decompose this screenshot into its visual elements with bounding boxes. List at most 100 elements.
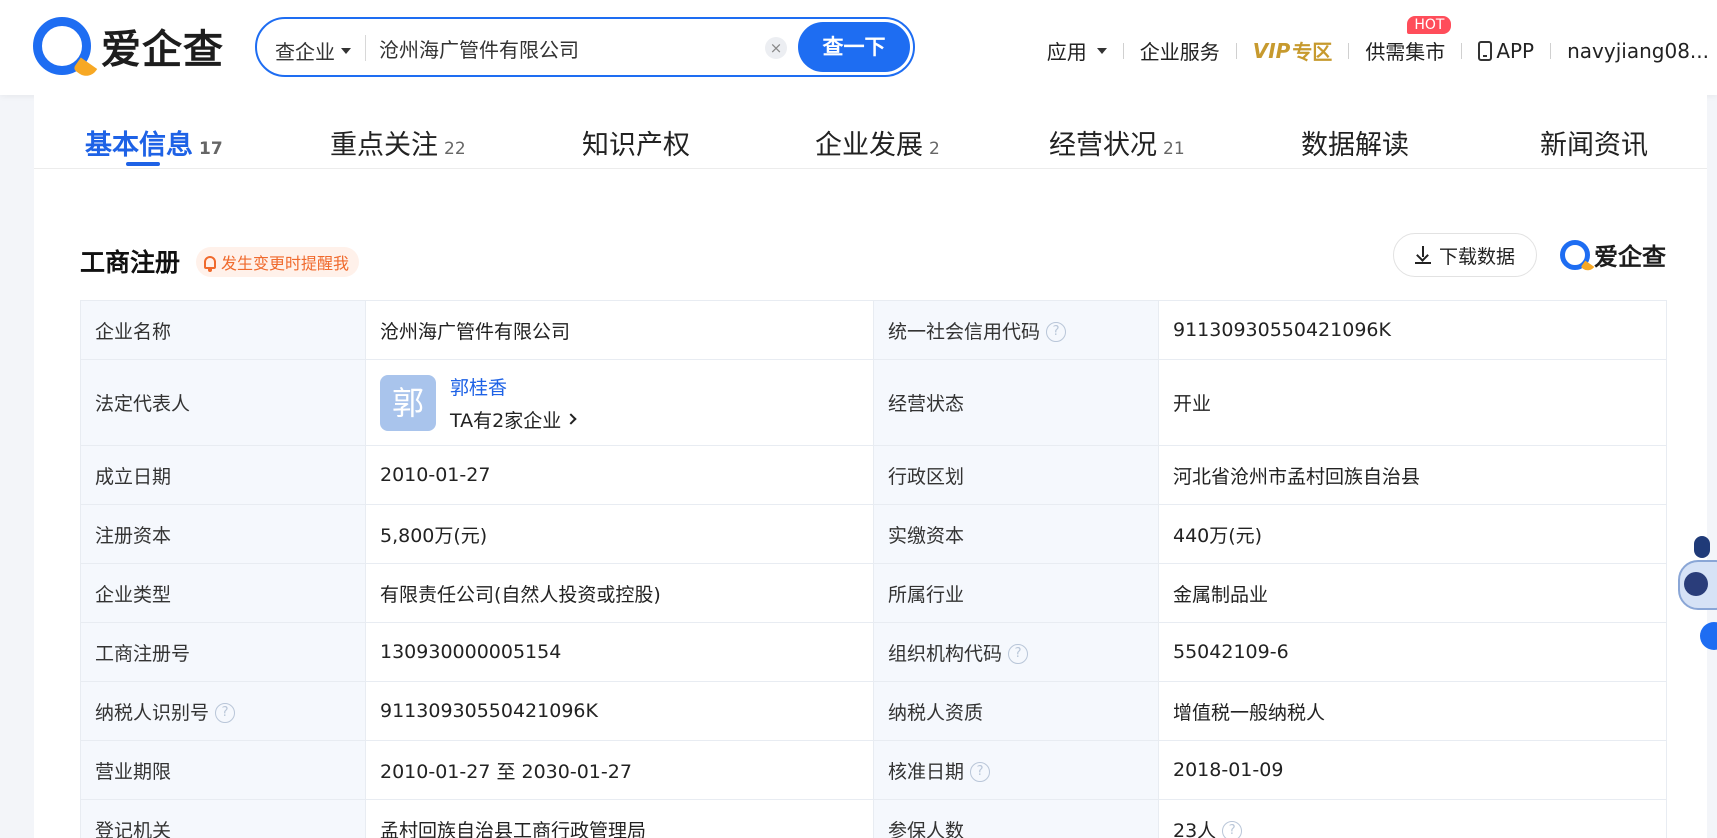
field-label: 组织机构代码 [888,642,1003,665]
clear-icon[interactable]: × [765,37,787,59]
field-label: 经营状态 [873,359,1159,446]
field-value: 金属制品业 [1158,563,1667,623]
field-label: 纳税人识别号 [95,701,210,724]
field-label: 统一社会信用代码 [888,320,1041,343]
tab-label: 新闻资讯 [1540,130,1648,161]
field-value: 55042109-6 [1158,622,1667,682]
table-row: 纳税人识别号? 91130930550421096K 纳税人资质 增值税一般纳税… [80,681,1667,741]
table-row: 营业期限 2010-01-27 至 2030-01-27 核准日期? 2018-… [80,740,1667,800]
logo-mark-icon [1560,239,1590,270]
tab-basic-info[interactable]: 基本信息 17 [85,123,223,162]
search-button[interactable]: 查一下 [798,22,910,72]
logo-text: 爱企查 [101,27,224,73]
main-card: 基本信息 17 重点关注 22 知识产权 企业发展 2 经营状况 21 数据解读 新闻资… [34,95,1707,838]
field-label: 参保人数 [873,799,1159,838]
logo[interactable]: 爱企查 [33,16,224,76]
tab-count: 22 [444,139,466,159]
tab-label: 经营状况 [1049,130,1157,161]
search-divider [365,35,366,61]
table-row: 企业名称 沧州海广管件有限公司 统一社会信用代码? 91130930550421… [80,300,1667,360]
logo-mark-icon [33,17,91,75]
field-label: 所属行业 [873,563,1159,623]
field-value: 23人 [1173,819,1217,838]
field-value: 5,800万(元) [365,504,874,564]
table-row: 工商注册号 130930000005154 组织机构代码? 55042109-6 [80,622,1667,682]
change-remind-button[interactable]: 发生变更时提醒我 [196,247,360,277]
nav-divider [1348,42,1350,59]
nav-supply-demand[interactable]: 供需集市 HOT [1365,16,1452,65]
field-label: 纳税人资质 [873,681,1159,741]
phone-icon [1478,40,1493,61]
chevron-down-icon [341,47,351,54]
legal-rep-companies-link[interactable]: TA有2家企业 [450,406,577,433]
tab-data-interpretation[interactable]: 数据解读 [1301,123,1409,162]
tab-ip[interactable]: 知识产权 [582,123,690,162]
table-row: 法定代表人 郭 郭桂香 TA有2家企业 经营状态 开业 [80,359,1667,446]
robot-visor [1684,572,1708,596]
top-nav: 应用 企业服务 VIP 专区 供需集市 HOT APP navyjiang08.… [1047,16,1709,65]
field-value: 440万(元) [1158,504,1667,564]
legal-rep-cell: 郭 郭桂香 TA有2家企业 [365,359,874,446]
field-label: 营业期限 [80,740,366,800]
tab-label: 基本信息 [85,130,193,161]
registration-table: 企业名称 沧州海广管件有限公司 统一社会信用代码? 91130930550421… [80,300,1667,838]
nav-divider [1235,42,1237,59]
tab-development[interactable]: 企业发展 2 [815,123,940,162]
chevron-right-icon [565,413,577,425]
field-label: 登记机关 [80,799,366,838]
nav-vip-zone[interactable]: VIP 专区 [1253,36,1333,65]
field-label: 成立日期 [80,445,366,505]
field-label: 实缴资本 [873,504,1159,564]
nav-app-label: APP [1496,38,1535,63]
field-label: 注册资本 [80,504,366,564]
legal-rep-companies-label: TA有2家企业 [450,409,562,432]
nav-enterprise-service[interactable]: 企业服务 [1140,36,1220,65]
field-value: 2018-01-09 [1158,740,1667,800]
nav-apps[interactable]: 应用 [1047,36,1107,65]
section-title: 工商注册 [80,248,181,277]
field-label-with-help: 组织机构代码? [873,622,1159,682]
active-tab-indicator [126,162,160,166]
field-label: 法定代表人 [80,359,366,446]
tab-label: 重点关注 [330,130,438,161]
field-value: 沧州海广管件有限公司 [365,300,874,360]
field-value: 130930000005154 [365,622,874,682]
tab-operations[interactable]: 经营状况 21 [1049,123,1185,162]
tab-label: 知识产权 [582,130,690,161]
nav-user[interactable]: navyjiang08... [1567,39,1709,63]
help-icon[interactable]: ? [1222,821,1243,838]
field-label: 核准日期 [888,760,965,783]
tab-count: 21 [1163,139,1185,159]
help-icon[interactable]: ? [215,703,236,723]
field-value: 开业 [1158,359,1667,446]
help-icon[interactable]: ? [1008,644,1029,664]
field-value: 91130930550421096K [365,681,874,741]
field-value: 河北省沧州市孟村回族自治县 [1158,445,1667,505]
brand-text: 爱企查 [1594,243,1666,271]
tab-news[interactable]: 新闻资讯 [1540,123,1648,162]
nav-app[interactable]: APP [1478,39,1534,63]
avatar[interactable]: 郭 [380,374,436,431]
search-type-label: 查企业 [275,40,335,64]
nav-divider [1461,42,1463,59]
brand-watermark: 爱企查 [1560,237,1666,272]
assistant-robot-icon[interactable] [1674,532,1717,652]
field-value: 有限责任公司(自然人投资或控股) [365,563,874,623]
field-value: 91130930550421096K [1158,300,1667,360]
download-data-button[interactable]: 下载数据 [1393,233,1537,277]
table-row: 企业类型 有限责任公司(自然人投资或控股) 所属行业 金属制品业 [80,563,1667,623]
robot-ball [1700,622,1717,650]
download-icon [1414,246,1431,264]
help-icon[interactable]: ? [1046,322,1067,342]
robot-arm [1694,536,1710,558]
help-icon[interactable]: ? [970,762,991,782]
field-value: 2010-01-27 至 2030-01-27 [365,740,874,800]
tab-count: 2 [929,139,940,159]
legal-rep-name-link[interactable]: 郭桂香 [450,373,575,400]
search-type-select[interactable]: 查企业 [275,36,351,65]
search-input[interactable] [379,29,779,67]
field-label: 工商注册号 [80,622,366,682]
field-label-with-help: 纳税人识别号? [80,681,366,741]
tab-key-focus[interactable]: 重点关注 22 [330,123,466,162]
table-row: 成立日期 2010-01-27 行政区划 河北省沧州市孟村回族自治县 [80,445,1667,505]
